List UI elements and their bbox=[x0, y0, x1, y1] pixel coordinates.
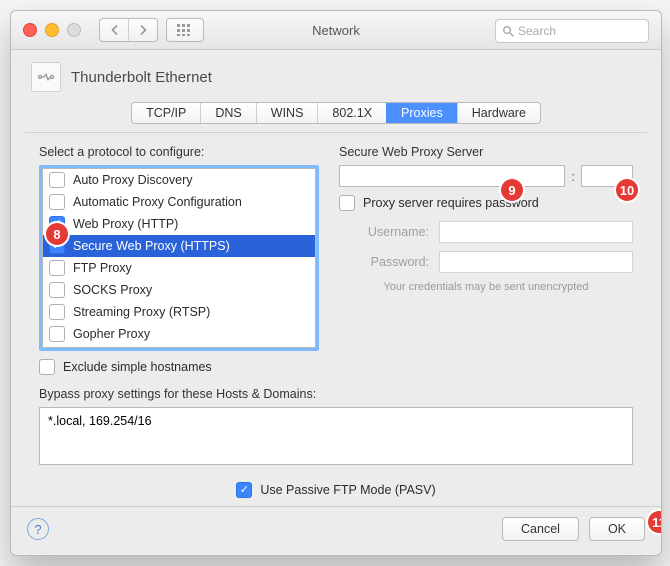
protocol-label: Web Proxy (HTTP) bbox=[73, 217, 178, 231]
protocol-label: Auto Proxy Discovery bbox=[73, 173, 192, 187]
ethernet-icon bbox=[31, 62, 61, 92]
proxies-panel: Select a protocol to configure: Auto Pro… bbox=[25, 132, 647, 506]
requires-password-checkbox[interactable] bbox=[339, 195, 355, 211]
minimize-window-dot[interactable] bbox=[45, 23, 59, 37]
protocol-row[interactable]: SOCKS Proxy bbox=[43, 279, 315, 301]
search-icon bbox=[502, 25, 514, 37]
help-button[interactable]: ? bbox=[27, 518, 49, 540]
tab-hardware[interactable]: Hardware bbox=[457, 103, 540, 123]
passive-ftp-checkbox[interactable] bbox=[236, 482, 252, 498]
username-label: Username: bbox=[339, 225, 439, 239]
tab-802-1x[interactable]: 802.1X bbox=[317, 103, 386, 123]
protocol-checkbox[interactable] bbox=[49, 326, 65, 342]
annotation-8: 8 bbox=[46, 223, 68, 245]
toolbar-search-field[interactable]: Search bbox=[495, 19, 649, 43]
protocol-checkbox[interactable] bbox=[49, 260, 65, 276]
close-window-dot[interactable] bbox=[23, 23, 37, 37]
host-port-separator: : bbox=[571, 169, 575, 184]
protocol-label: SOCKS Proxy bbox=[73, 283, 152, 297]
window-traffic-lights bbox=[11, 23, 81, 37]
protocol-label: Gopher Proxy bbox=[73, 327, 150, 341]
protocol-select-label: Select a protocol to configure: bbox=[39, 145, 319, 159]
proxy-server-header: Secure Web Proxy Server bbox=[339, 145, 633, 159]
tab-bar: TCP/IPDNSWINS802.1XProxiesHardware bbox=[29, 102, 643, 124]
zoom-window-dot[interactable] bbox=[67, 23, 81, 37]
tab-dns[interactable]: DNS bbox=[200, 103, 255, 123]
grid-icon bbox=[177, 24, 193, 36]
interface-header: Thunderbolt Ethernet bbox=[31, 62, 643, 92]
protocol-checkbox[interactable] bbox=[49, 172, 65, 188]
nav-forward-button[interactable] bbox=[128, 19, 157, 41]
protocol-row[interactable]: Streaming Proxy (RTSP) bbox=[43, 301, 315, 323]
network-prefs-window: Network Search Thunderbolt Ethernet TCP/… bbox=[10, 10, 662, 556]
bypass-textarea[interactable] bbox=[39, 407, 633, 465]
exclude-simple-checkbox[interactable] bbox=[39, 359, 55, 375]
tab-tcp-ip[interactable]: TCP/IP bbox=[132, 103, 200, 123]
tab-wins[interactable]: WINS bbox=[256, 103, 318, 123]
username-input[interactable] bbox=[439, 221, 633, 243]
protocol-row[interactable]: Web Proxy (HTTP) bbox=[43, 213, 315, 235]
interface-name: Thunderbolt Ethernet bbox=[71, 69, 212, 86]
proxy-host-input[interactable] bbox=[339, 165, 565, 187]
nav-back-button[interactable] bbox=[100, 19, 128, 41]
protocol-label: Streaming Proxy (RTSP) bbox=[73, 305, 210, 319]
exclude-simple-label: Exclude simple hostnames bbox=[63, 360, 212, 374]
protocol-row[interactable]: Automatic Proxy Configuration bbox=[43, 191, 315, 213]
search-placeholder: Search bbox=[518, 24, 556, 38]
protocol-checkbox[interactable] bbox=[49, 304, 65, 320]
annotation-9: 9 bbox=[501, 179, 523, 201]
protocol-checkbox[interactable] bbox=[49, 194, 65, 210]
ok-button[interactable]: OK bbox=[589, 517, 645, 541]
protocol-label: Automatic Proxy Configuration bbox=[73, 195, 242, 209]
tab-proxies[interactable]: Proxies bbox=[386, 103, 457, 123]
dialog-footer: ? Cancel OK bbox=[11, 506, 661, 555]
chevron-left-icon bbox=[110, 25, 119, 35]
protocol-listbox[interactable]: Auto Proxy Discovery Automatic Proxy Conf… bbox=[39, 165, 319, 351]
nav-back-forward[interactable] bbox=[99, 18, 158, 42]
content-area: Thunderbolt Ethernet TCP/IPDNSWINS802.1X… bbox=[11, 50, 661, 555]
protocol-row[interactable]: FTP Proxy bbox=[43, 257, 315, 279]
bypass-label: Bypass proxy settings for these Hosts & … bbox=[39, 387, 633, 401]
unencrypted-warning: Your credentials may be sent unencrypted bbox=[339, 281, 633, 293]
protocol-label: FTP Proxy bbox=[73, 261, 132, 275]
chevron-right-icon bbox=[139, 25, 148, 35]
protocol-label: Secure Web Proxy (HTTPS) bbox=[73, 239, 230, 253]
password-label: Password: bbox=[339, 255, 439, 269]
passive-ftp-label: Use Passive FTP Mode (PASV) bbox=[260, 483, 435, 497]
protocol-row[interactable]: Gopher Proxy bbox=[43, 323, 315, 345]
password-input[interactable] bbox=[439, 251, 633, 273]
show-all-button[interactable] bbox=[166, 18, 204, 42]
protocol-row[interactable]: Auto Proxy Discovery bbox=[43, 169, 315, 191]
protocol-checkbox[interactable] bbox=[49, 282, 65, 298]
protocol-row[interactable]: Secure Web Proxy (HTTPS) bbox=[43, 235, 315, 257]
cancel-button[interactable]: Cancel bbox=[502, 517, 579, 541]
titlebar: Network Search bbox=[11, 11, 661, 50]
annotation-10: 10 bbox=[616, 179, 638, 201]
